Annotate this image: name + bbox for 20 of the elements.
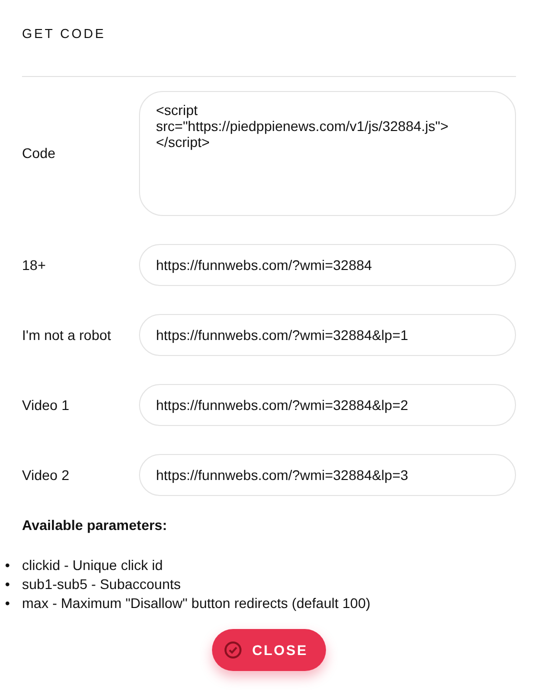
url-field[interactable]: https://funnwebs.com/?wmi=32884&lp=2 [139,384,516,426]
parameter-text: max - Maximum "Disallow" button redirects (default 100) [22,595,370,611]
parameters-heading: Available parameters: [22,516,168,534]
field-label: Video 1 [22,396,70,414]
bullet: • [5,594,10,613]
url-field[interactable]: https://funnwebs.com/?wmi=32884&lp=3 [139,454,516,496]
field-label: Code [22,144,56,163]
dialog-title: GET CODE [22,26,107,42]
field-label: I'm not a robot [22,326,112,344]
parameter-text: sub1-sub5 - Subaccounts [22,576,181,592]
field-label: 18+ [22,256,47,274]
url-field[interactable]: https://funnwebs.com/?wmi=32884 [139,244,516,286]
field-label: Video 2 [22,466,70,484]
url-field[interactable]: https://funnwebs.com/?wmi=32884&lp=1 [139,314,516,356]
bullet: • [5,556,10,575]
code-field[interactable]: <script src="https://piedppienews.com/v1/js/32884.js"> </script> [139,91,516,216]
check-circle-icon [224,641,242,659]
bullet: • [5,575,10,594]
close-button[interactable]: CLOSE [212,629,326,671]
parameter-text: clickid - Unique click id [22,557,163,573]
